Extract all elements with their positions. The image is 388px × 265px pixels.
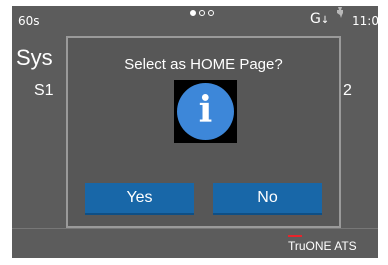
dialog-title: Select as HOME Page? [124,56,283,73]
home-page-dialog: Select as HOME Page? i Yes No [66,36,341,228]
page-dot-3 [208,10,214,16]
plug-icon [337,7,343,18]
clock: 11:06 [352,14,378,28]
no-button[interactable]: No [213,183,322,215]
footer-divider [12,228,378,229]
page-dot-1 [190,10,196,16]
generator-letter: G [310,11,321,27]
yes-button[interactable]: Yes [85,183,194,215]
device-bezel: 60s G↓ 11:06 Sys S1 2 Select as HOME Pag… [0,0,388,265]
info-icon-letter: i [198,89,213,131]
generator-indicator: G↓ [310,11,329,27]
display-screen: 60s G↓ 11:06 Sys S1 2 Select as HOME Pag… [12,6,378,258]
page-indicator [190,10,214,16]
info-icon: i [174,80,237,143]
brand-label: TruONE ATS [288,239,357,253]
generator-arrow: ↓ [320,15,330,26]
source-1-label: S1 [34,82,54,99]
page-title: Sys [16,45,53,70]
brand-accent-bar [288,235,302,237]
countdown-timer: 60s [18,14,40,28]
info-icon-circle: i [177,83,234,140]
status-bar: 60s G↓ 11:06 [12,6,378,32]
source-2-label: 2 [343,82,352,99]
page-dot-2 [199,10,205,16]
